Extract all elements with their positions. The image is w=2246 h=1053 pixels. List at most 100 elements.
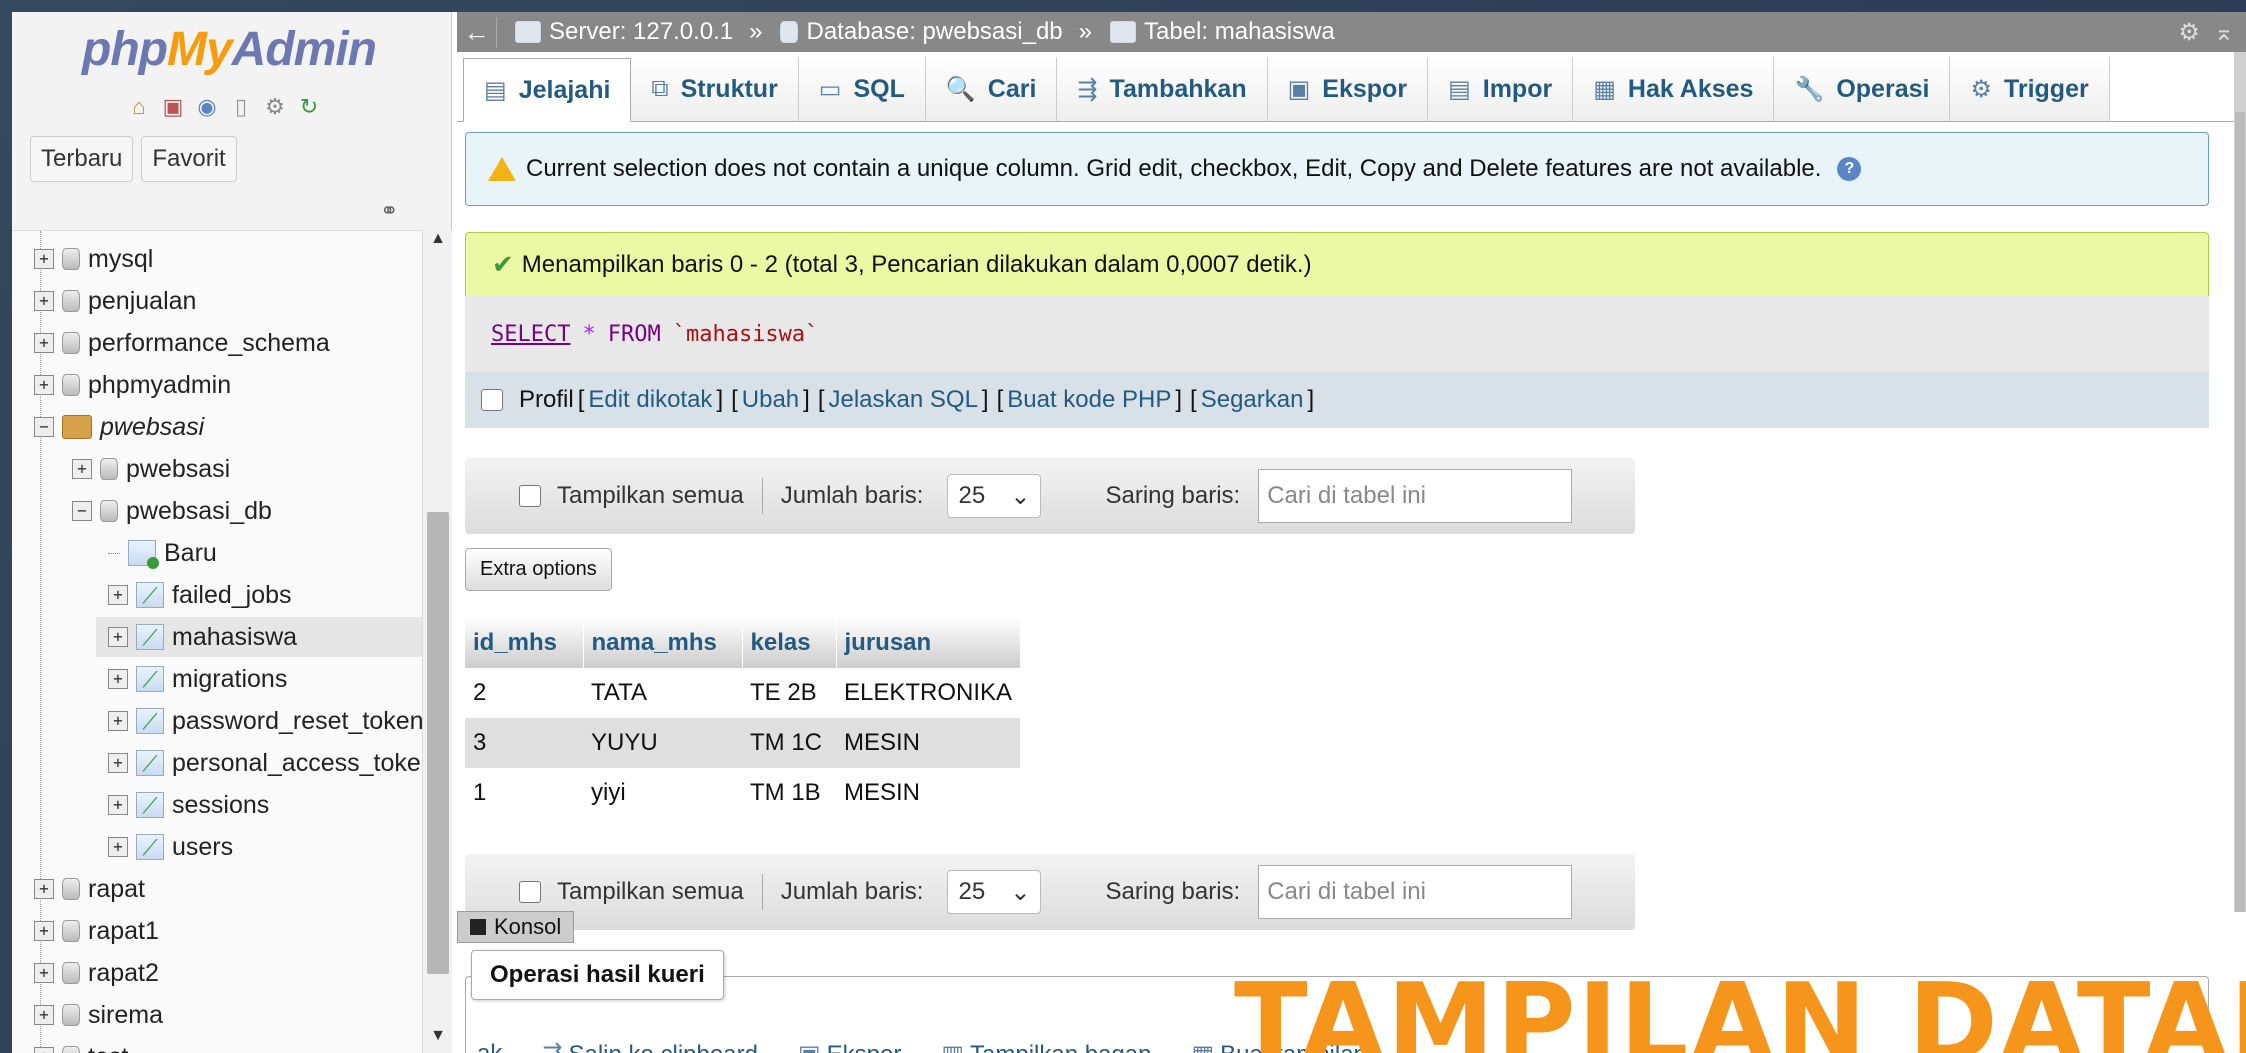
extra-options-button[interactable]: Extra options — [465, 548, 612, 591]
query-tool-link[interactable]: Jelaskan SQL — [829, 386, 978, 414]
tree-expander-icon[interactable]: + — [34, 249, 54, 269]
breadcrumb-table[interactable]: Tabel: mahasiswa — [1110, 18, 1335, 46]
filter-rows-input[interactable]: Cari di tabel ini — [1258, 865, 1573, 919]
tree-expander-icon[interactable]: − — [72, 501, 92, 521]
tree-item[interactable]: + phpmyadmin — [34, 365, 231, 405]
breadcrumb-database[interactable]: Database: pwebsasi_db — [780, 18, 1063, 46]
tree-expander-icon[interactable]: + — [108, 585, 128, 605]
tree-item[interactable]: Baru — [108, 533, 217, 573]
help-icon[interactable]: ◉ — [192, 92, 222, 122]
scroll-up-arrow-icon[interactable]: ▲ — [423, 230, 453, 256]
reload-icon[interactable]: ↻ — [294, 92, 324, 122]
query-tool-link[interactable]: Ubah — [742, 386, 799, 414]
tab-sql[interactable]: ▭ SQL — [798, 57, 926, 121]
collapse-top-icon[interactable]: ⌅ — [2214, 18, 2234, 47]
query-tool-link[interactable]: Edit dikotak — [588, 386, 712, 414]
logout-icon[interactable]: ▣ — [158, 92, 188, 122]
tree-item[interactable]: + ⟋ sessions — [108, 785, 269, 825]
tree-item[interactable]: + ⟋ password_reset_tokens — [108, 701, 422, 741]
tab-impor[interactable]: ▤ Impor — [1428, 57, 1574, 121]
main-content: Current selection does not contain a uni… — [457, 122, 2237, 1053]
tab-operasi[interactable]: 🔧 Operasi — [1774, 57, 1951, 121]
scrollbar-thumb[interactable] — [427, 512, 449, 974]
tree-expander-icon[interactable]: + — [34, 963, 54, 983]
column-header[interactable]: kelas — [742, 618, 837, 668]
tree-expander-icon[interactable]: + — [34, 921, 54, 941]
tree-expander-icon[interactable]: − — [34, 417, 54, 437]
tab-tambahkan[interactable]: ⇶ Tambahkan — [1057, 57, 1268, 121]
tree-expander-icon[interactable]: + — [108, 795, 128, 815]
main-scrollbar[interactable] — [2234, 52, 2246, 912]
tree-item[interactable]: − pwebsasi_db — [72, 491, 272, 531]
settings-gear-icon[interactable]: ⚙ — [2178, 18, 2200, 47]
tree-item[interactable]: + penjualan — [34, 281, 196, 321]
tree-item[interactable]: + ⟋ mahasiswa — [96, 617, 422, 657]
main-scrollbar-thumb[interactable] — [2235, 112, 2245, 912]
filter-rows-label: Saring baris: — [1105, 482, 1241, 509]
tree-expander-icon[interactable]: + — [108, 753, 128, 773]
breadcrumb-server[interactable]: Server: 127.0.0.1 — [515, 18, 733, 46]
tab-trigger[interactable]: ⚙ Trigger — [1950, 57, 2110, 121]
tree-expander-icon[interactable]: + — [108, 837, 128, 857]
tree-expander-icon[interactable]: + — [34, 1047, 54, 1053]
query-operation-link[interactable]: ▣ Ekspor — [798, 1040, 901, 1053]
tree-item[interactable]: + ⟋ migrations — [108, 659, 287, 699]
tree-expander-icon[interactable]: + — [108, 627, 128, 647]
settings-gear-icon[interactable]: ⚙ — [260, 92, 290, 122]
tree-expander-icon[interactable]: + — [72, 459, 92, 479]
collapse-sidebar-arrow-icon[interactable]: ← — [457, 16, 497, 48]
sidebar-scrollbar[interactable]: ▲ ▼ — [422, 230, 452, 1053]
tree-item[interactable]: + mysql — [34, 239, 153, 279]
question-help-icon[interactable]: ? — [1837, 157, 1862, 181]
query-operation-link[interactable]: ak — [477, 1040, 502, 1053]
scroll-down-arrow-icon[interactable]: ▼ — [423, 1027, 453, 1053]
rows-count-select[interactable]: 25 ⌄ — [947, 870, 1042, 914]
tree-item[interactable]: + rapat2 — [34, 953, 159, 993]
tree-item[interactable]: + ⟋ failed_jobs — [108, 575, 292, 615]
documentation-icon[interactable]: ▯ — [226, 92, 256, 122]
column-header[interactable]: jurusan — [836, 618, 1021, 668]
tree-item[interactable]: + performance_schema — [34, 323, 330, 363]
tab-ekspor[interactable]: ▣ Ekspor — [1267, 57, 1429, 121]
link-with-main-panel-icon[interactable]: ⚭ — [380, 198, 398, 224]
home-icon[interactable]: ⌂ — [124, 92, 154, 122]
tab-struktur[interactable]: ⧉ Struktur — [631, 57, 799, 121]
tree-item[interactable]: − pwebsasi — [34, 407, 204, 447]
rows-count-select[interactable]: 25 ⌄ — [947, 474, 1042, 518]
tab-jelajahi[interactable]: ▤ Jelajahi — [463, 58, 632, 122]
column-header[interactable]: id_mhs — [465, 618, 584, 668]
show-all-checkbox[interactable] — [519, 485, 541, 507]
tree-expander-icon[interactable]: + — [108, 669, 128, 689]
tree-expander-icon[interactable]: + — [34, 291, 54, 311]
title-overlay: TAMPILAN DATAB — [1234, 961, 2246, 1053]
tree-expander-icon[interactable]: + — [34, 1005, 54, 1025]
tab-hak-akses[interactable]: ▦ Hak Akses — [1573, 57, 1775, 121]
tree-expander-icon[interactable]: + — [34, 333, 54, 353]
phpmyadmin-logo[interactable]: phpMyAdmin — [82, 22, 377, 77]
console-toggle[interactable]: Konsol — [457, 911, 575, 943]
query-operation-link[interactable]: ▥ Tampilkan bagan — [941, 1040, 1151, 1053]
recent-button[interactable]: Terbaru — [30, 136, 134, 182]
tab-cari[interactable]: 🔍 Cari — [925, 57, 1058, 121]
tree-item[interactable]: + test — [34, 1037, 128, 1053]
tree-item[interactable]: + ⟋ personal_access_tokens — [108, 743, 422, 783]
tree-item[interactable]: + sirema — [34, 995, 163, 1035]
tree-expander-icon[interactable]: + — [34, 879, 54, 899]
table-icon: ⟋ — [136, 708, 164, 734]
favorite-button[interactable]: Favorit — [141, 136, 237, 182]
sql-keyword-select[interactable]: SELECT — [491, 322, 570, 347]
filter-rows-input[interactable]: Cari di tabel ini — [1258, 469, 1573, 523]
show-all-label: Tampilkan semua — [557, 482, 744, 509]
tree-item[interactable]: + pwebsasi — [72, 449, 230, 489]
show-all-checkbox[interactable] — [519, 881, 541, 903]
column-header[interactable]: nama_mhs — [583, 618, 743, 668]
query-operation-link[interactable]: ⇶ Salin ke clipboard — [542, 1040, 758, 1053]
tree-item[interactable]: + rapat1 — [34, 911, 159, 951]
tree-item[interactable]: + rapat — [34, 869, 145, 909]
tree-item[interactable]: + ⟋ users — [108, 827, 233, 867]
tree-expander-icon[interactable]: + — [108, 711, 128, 731]
query-tool-link[interactable]: Buat kode PHP — [1007, 386, 1171, 414]
profiling-checkbox[interactable] — [481, 389, 503, 411]
query-tool-link[interactable]: Segarkan — [1201, 386, 1304, 414]
tree-expander-icon[interactable]: + — [34, 375, 54, 395]
